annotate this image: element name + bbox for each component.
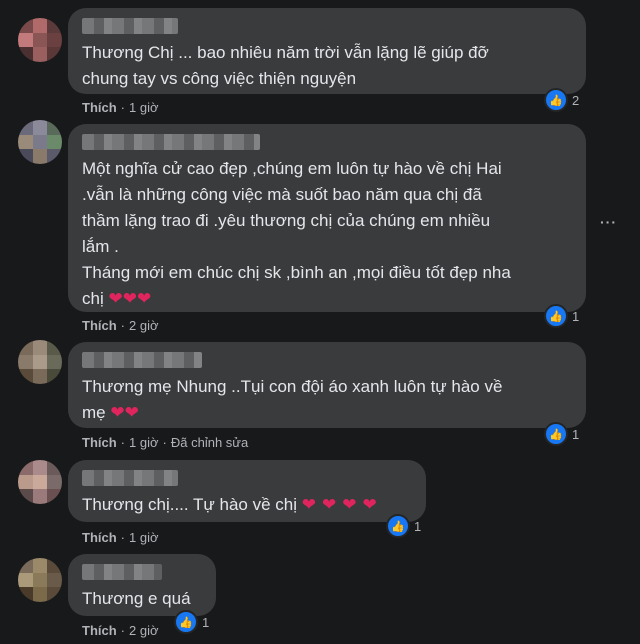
reaction-count: 2 bbox=[572, 92, 580, 108]
reaction-summary[interactable]: 👍 1 bbox=[174, 610, 209, 634]
like-button[interactable]: Thích bbox=[82, 623, 117, 638]
more-options-icon[interactable]: ··· bbox=[600, 214, 617, 230]
heart-icon: ❤❤❤❤ bbox=[301, 495, 383, 514]
reaction-count: 1 bbox=[202, 614, 210, 630]
like-button[interactable]: Thích bbox=[82, 318, 117, 333]
reaction-summary[interactable]: 👍 1 bbox=[544, 304, 579, 328]
comment-meta: Thích · 1 giờ · Đã chỉnh sửa bbox=[82, 435, 249, 450]
comment-bubble: Một nghĩa cử cao đẹp ,chúng em luôn tự h… bbox=[68, 124, 586, 312]
avatar[interactable] bbox=[18, 18, 62, 62]
avatar[interactable] bbox=[18, 340, 62, 384]
timestamp[interactable]: 1 giờ bbox=[129, 435, 159, 450]
reaction-summary[interactable]: 👍 1 bbox=[386, 514, 421, 538]
like-icon: 👍 bbox=[174, 610, 198, 634]
comment-meta: Thích · 2 giờ bbox=[82, 623, 159, 638]
comment-bubble: Thương mẹ Nhung ..Tụi con đội áo xanh lu… bbox=[68, 342, 586, 428]
author-name-blurred[interactable] bbox=[82, 564, 162, 580]
reaction-count: 1 bbox=[572, 426, 580, 442]
reaction-count: 1 bbox=[414, 518, 422, 534]
author-name-blurred[interactable] bbox=[82, 18, 178, 34]
author-name-blurred[interactable] bbox=[82, 134, 260, 150]
avatar[interactable] bbox=[18, 120, 62, 164]
author-name-blurred[interactable] bbox=[82, 470, 178, 486]
comment-meta: Thích · 1 giờ bbox=[82, 100, 159, 115]
avatar[interactable] bbox=[18, 460, 62, 504]
comment-text-body: Thương chị.... Tự hào về chị bbox=[82, 495, 298, 514]
comment-text: Thương chị.... Tự hào về chị ❤❤❤❤ bbox=[82, 492, 412, 518]
timestamp[interactable]: 1 giờ bbox=[129, 530, 159, 545]
like-icon: 👍 bbox=[386, 514, 410, 538]
like-button[interactable]: Thích bbox=[82, 100, 117, 115]
reaction-summary[interactable]: 👍 1 bbox=[544, 422, 579, 446]
comment-meta: Thích · 1 giờ bbox=[82, 530, 159, 545]
like-button[interactable]: Thích bbox=[82, 530, 117, 545]
timestamp[interactable]: 1 giờ bbox=[129, 100, 159, 115]
comment-text: Thương e quá bbox=[82, 589, 191, 608]
comment-text: Một nghĩa cử cao đẹp ,chúng em luôn tự h… bbox=[82, 156, 572, 312]
comment-text-body: Một nghĩa cử cao đẹp ,chúng em luôn tự h… bbox=[82, 159, 511, 308]
like-button[interactable]: Thích bbox=[82, 435, 117, 450]
reaction-count: 1 bbox=[572, 308, 580, 324]
comment-bubble: Thương e quá bbox=[68, 554, 216, 616]
edited-label[interactable]: Đã chỉnh sửa bbox=[171, 435, 248, 450]
like-icon: 👍 bbox=[544, 422, 568, 446]
comment-bubble: Thương Chị ... bao nhiêu năm trời vẫn lặ… bbox=[68, 8, 586, 94]
comment-text: Thương Chị ... bao nhiêu năm trời vẫn lặ… bbox=[82, 43, 489, 88]
comment-text-body: Thương mẹ Nhung ..Tụi con đội áo xanh lu… bbox=[82, 377, 503, 422]
heart-icon: ❤❤❤ bbox=[108, 289, 152, 308]
timestamp[interactable]: 2 giờ bbox=[129, 623, 159, 638]
comment-text: Thương mẹ Nhung ..Tụi con đội áo xanh lu… bbox=[82, 374, 572, 426]
heart-icon: ❤❤ bbox=[110, 403, 139, 422]
reaction-summary[interactable]: 👍 2 bbox=[544, 88, 579, 112]
like-icon: 👍 bbox=[544, 88, 568, 112]
like-icon: 👍 bbox=[544, 304, 568, 328]
comment-bubble: Thương chị.... Tự hào về chị ❤❤❤❤ bbox=[68, 460, 426, 522]
avatar[interactable] bbox=[18, 558, 62, 602]
comment-meta: Thích · 2 giờ bbox=[82, 318, 159, 333]
author-name-blurred[interactable] bbox=[82, 352, 202, 368]
timestamp[interactable]: 2 giờ bbox=[129, 318, 159, 333]
